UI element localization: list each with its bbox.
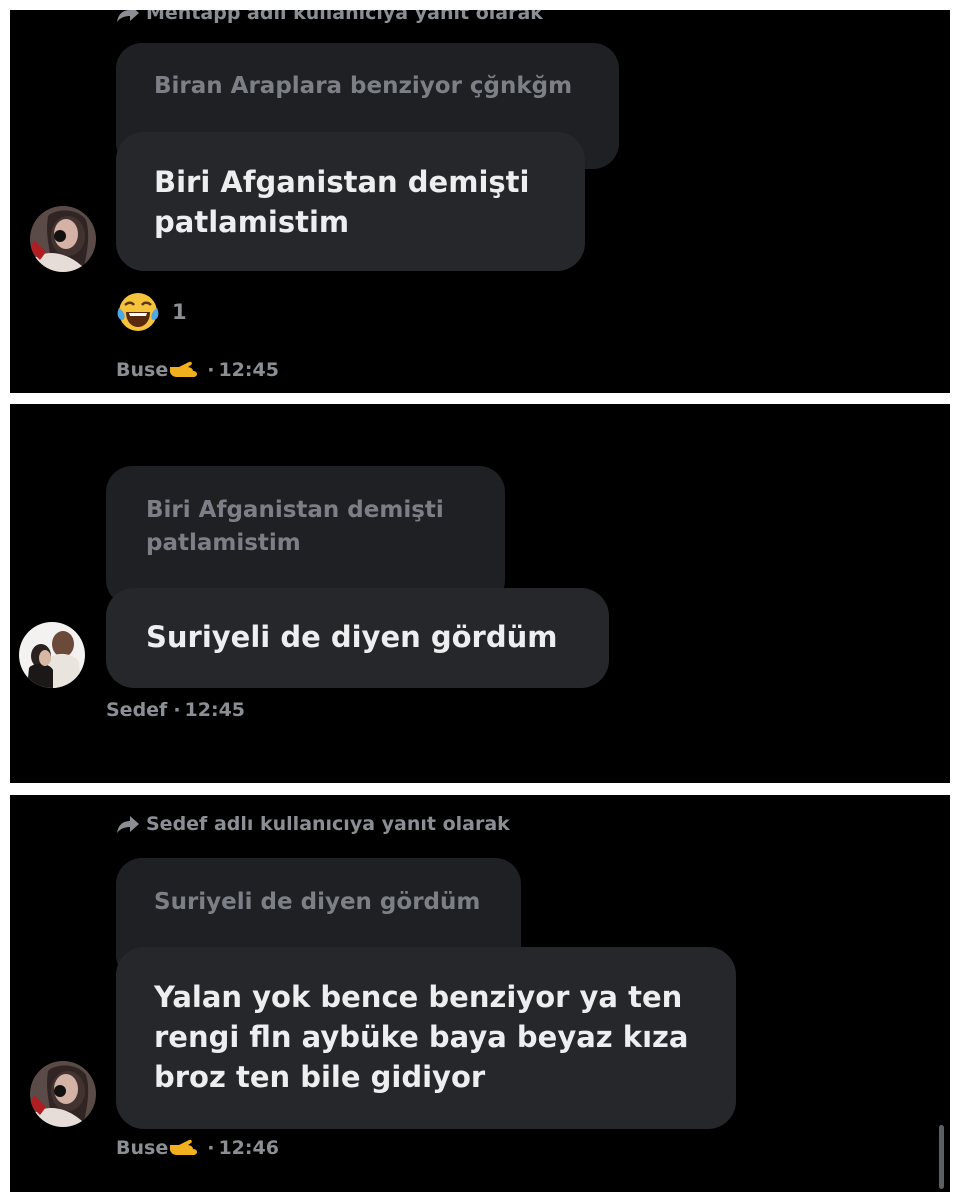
reply-header[interactable]: Sedef adlı kullanıcıya yanıt olarak <box>116 813 510 835</box>
scrollbar[interactable] <box>939 1125 944 1189</box>
message-text: Suriyeli de diyen gördüm <box>146 620 558 654</box>
reaction[interactable]: 1 <box>116 290 187 334</box>
separator: · <box>207 1137 215 1159</box>
quoted-message-text: Suriyeli de diyen gördüm <box>154 889 481 915</box>
sender-name[interactable]: Buse <box>116 1137 168 1159</box>
reply-arrow-icon <box>117 10 139 22</box>
message-text-line: Yalan yok bence benziyor ya ten <box>154 980 683 1014</box>
pointing-hand-emoji <box>170 361 198 377</box>
avatar[interactable] <box>30 206 96 272</box>
avatar[interactable] <box>19 622 85 688</box>
reply-arrow-icon <box>117 816 139 833</box>
quoted-message-text: Biri Afganistan demişti <box>146 497 444 523</box>
message-meta: Buse · 12:46 <box>116 1137 279 1159</box>
message-text-line: rengi fln aybüke baya beyaz kıza <box>154 1020 689 1054</box>
avatar-image <box>19 622 85 688</box>
avatar[interactable] <box>30 1061 96 1127</box>
pointing-hand-emoji <box>170 1139 198 1155</box>
sender-name[interactable]: Sedef <box>106 699 167 721</box>
message-meta: Buse · 12:45 <box>116 359 279 381</box>
separator: · <box>173 699 181 721</box>
reply-header-text: Sedef adlı kullanıcıya yanıt olarak <box>146 813 510 835</box>
message-bubble[interactable]: Yalan yok bence benziyor ya ten rengi fl… <box>116 947 736 1129</box>
message-text-line: Biri Afganistan demişti <box>154 165 530 199</box>
message-meta: Sedef · 12:45 <box>106 699 245 721</box>
message-bubble[interactable]: Biri Afganistan demişti patlamistim <box>116 132 585 271</box>
chat-panel-2: Biri Afganistan demişti patlamistim Suri… <box>10 404 950 783</box>
message-bubble[interactable]: Suriyeli de diyen gördüm <box>106 588 609 688</box>
message-text-line: broz ten bile gidiyor <box>154 1060 486 1094</box>
separator: · <box>207 359 215 381</box>
timestamp: 12:46 <box>218 1137 279 1159</box>
reaction-count: 1 <box>172 300 187 324</box>
avatar-image <box>30 1061 96 1127</box>
chat-panel-1: Mentapp adlı kullanıcıya yanıt olarak Bi… <box>10 10 950 393</box>
reply-header[interactable]: Mentapp adlı kullanıcıya yanıt olarak <box>116 10 543 24</box>
quoted-message-text: patlamistim <box>146 530 301 556</box>
timestamp: 12:45 <box>218 359 279 381</box>
message-text-line: patlamistim <box>154 205 350 239</box>
timestamp: 12:45 <box>184 699 246 721</box>
quoted-message[interactable]: Biri Afganistan demişti patlamistim <box>106 466 505 606</box>
tears-of-joy-emoji <box>117 293 159 331</box>
avatar-image <box>30 206 96 272</box>
quoted-message-text: Biran Araplara benziyor çğnkğm <box>154 73 573 99</box>
reply-header-text: Mentapp adlı kullanıcıya yanıt olarak <box>146 10 543 24</box>
sender-name[interactable]: Buse <box>116 359 168 381</box>
chat-panel-3: Sedef adlı kullanıcıya yanıt olarak Suri… <box>10 795 950 1192</box>
